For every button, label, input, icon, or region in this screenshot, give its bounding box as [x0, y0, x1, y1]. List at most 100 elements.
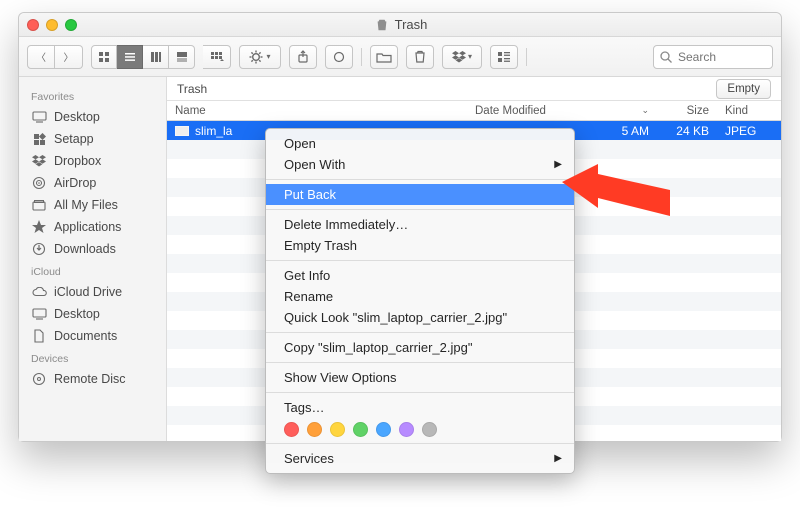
- sidebar-item-label: Desktop: [54, 307, 100, 321]
- toolbar-divider: [361, 48, 362, 66]
- sidebar-item-label: iCloud Drive: [54, 285, 122, 299]
- menu-separator: [266, 392, 574, 393]
- sidebar-item-allmyfiles[interactable]: All My Files: [19, 194, 166, 216]
- sidebar-group-devices: Devices: [19, 347, 166, 368]
- menu-separator: [266, 209, 574, 210]
- window-title-text: Trash: [395, 17, 428, 32]
- view-coverflow-button[interactable]: [169, 45, 195, 69]
- sidebar-item-label: Setapp: [54, 132, 94, 146]
- menu-item-get-info[interactable]: Get Info: [266, 265, 574, 286]
- sidebar-item-label: All My Files: [54, 198, 118, 212]
- view-icons-button[interactable]: [91, 45, 117, 69]
- menu-item-copy[interactable]: Copy "slim_laptop_carrier_2.jpg": [266, 337, 574, 358]
- action-menu-button[interactable]: ▾: [239, 45, 281, 69]
- column-date[interactable]: Date Modified⌄: [467, 105, 657, 117]
- menu-item-services[interactable]: Services▶: [266, 448, 574, 469]
- dropbox-toolbar-button[interactable]: ▾: [442, 45, 482, 69]
- zoom-window-button[interactable]: [65, 19, 77, 31]
- toolbar-divider: [526, 48, 527, 66]
- sidebar-item-downloads[interactable]: Downloads: [19, 238, 166, 260]
- sidebar-item-setapp[interactable]: Setapp: [19, 128, 166, 150]
- window-title: Trash: [77, 17, 725, 32]
- menu-separator: [266, 332, 574, 333]
- search-field[interactable]: [653, 45, 773, 69]
- window-controls: [27, 19, 77, 31]
- nav-buttons: 〈 〉: [27, 45, 83, 69]
- back-button[interactable]: 〈: [27, 45, 55, 69]
- submenu-arrow-icon: ▶: [554, 159, 562, 170]
- tag-orange[interactable]: [307, 422, 322, 437]
- desktop-icon: [31, 109, 47, 125]
- quicklook-button[interactable]: [490, 45, 518, 69]
- disc-icon: [31, 371, 47, 387]
- menu-item-tags[interactable]: Tags…: [266, 397, 574, 418]
- search-icon: [659, 50, 673, 64]
- file-size: 24 KB: [676, 124, 709, 138]
- setapp-icon: [31, 131, 47, 147]
- sidebar-item-remotedisc[interactable]: Remote Disc: [19, 368, 166, 390]
- tag-blue[interactable]: [376, 422, 391, 437]
- sidebar-item-label: Applications: [54, 220, 121, 234]
- view-columns-button[interactable]: [143, 45, 169, 69]
- view-list-button[interactable]: [117, 45, 143, 69]
- trash-icon: [375, 18, 389, 32]
- tag-yellow[interactable]: [330, 422, 345, 437]
- downloads-icon: [31, 241, 47, 257]
- finder-window: Trash 〈 〉 ▾ ▾ Favorit: [18, 12, 782, 442]
- allfiles-icon: [31, 197, 47, 213]
- column-size[interactable]: Size: [657, 105, 717, 117]
- airdrop-icon: [31, 175, 47, 191]
- menu-item-rename[interactable]: Rename: [266, 286, 574, 307]
- pathbar-location: Trash: [177, 82, 207, 96]
- sidebar-item-label: Dropbox: [54, 154, 101, 168]
- menu-item-open-with[interactable]: Open With▶: [266, 154, 574, 175]
- docs-icon: [31, 328, 47, 344]
- tag-purple[interactable]: [399, 422, 414, 437]
- close-window-button[interactable]: [27, 19, 39, 31]
- desktop-icon: [31, 306, 47, 322]
- menu-item-open[interactable]: Open: [266, 133, 574, 154]
- column-name[interactable]: Name: [167, 105, 467, 117]
- menu-separator: [266, 260, 574, 261]
- sidebar-item-airdrop[interactable]: AirDrop: [19, 172, 166, 194]
- tag-green[interactable]: [353, 422, 368, 437]
- tags-button[interactable]: [325, 45, 353, 69]
- column-kind[interactable]: Kind: [717, 105, 781, 117]
- pathbar: Trash Empty: [167, 77, 781, 101]
- sidebar-item-dropbox[interactable]: Dropbox: [19, 150, 166, 172]
- new-folder-button[interactable]: [370, 45, 398, 69]
- menu-item-show-view-options[interactable]: Show View Options: [266, 367, 574, 388]
- empty-trash-button[interactable]: Empty: [716, 79, 771, 99]
- sidebar-item-documents[interactable]: Documents: [19, 325, 166, 347]
- forward-button[interactable]: 〉: [55, 45, 83, 69]
- sidebar-item-icloud-desktop[interactable]: Desktop: [19, 303, 166, 325]
- menu-separator: [266, 443, 574, 444]
- sidebar-item-label: Downloads: [54, 242, 116, 256]
- menu-item-put-back[interactable]: Put Back: [266, 184, 574, 205]
- minimize-window-button[interactable]: [46, 19, 58, 31]
- sidebar-item-label: Documents: [54, 329, 117, 343]
- menu-item-quick-look[interactable]: Quick Look "slim_laptop_carrier_2.jpg": [266, 307, 574, 328]
- file-kind: JPEG: [725, 124, 756, 138]
- tag-red[interactable]: [284, 422, 299, 437]
- sort-indicator-icon: ⌄: [641, 105, 649, 116]
- sidebar-item-label: Remote Disc: [54, 372, 126, 386]
- toolbar: 〈 〉 ▾ ▾: [19, 37, 781, 77]
- sidebar-group-favorites: Favorites: [19, 85, 166, 106]
- context-menu: Open Open With▶ Put Back Delete Immediat…: [265, 128, 575, 474]
- sidebar-item-desktop[interactable]: Desktop: [19, 106, 166, 128]
- trash-button[interactable]: [406, 45, 434, 69]
- menu-separator: [266, 179, 574, 180]
- share-button[interactable]: [289, 45, 317, 69]
- sidebar-item-applications[interactable]: Applications: [19, 216, 166, 238]
- sidebar-item-iclouddrive[interactable]: iCloud Drive: [19, 281, 166, 303]
- sidebar: Favorites Desktop Setapp Dropbox AirDrop…: [19, 77, 167, 441]
- menu-item-delete-immediately[interactable]: Delete Immediately…: [266, 214, 574, 235]
- submenu-arrow-icon: ▶: [554, 453, 562, 464]
- titlebar: Trash: [19, 13, 781, 37]
- view-switcher: [91, 45, 195, 69]
- sidebar-item-label: AirDrop: [54, 176, 96, 190]
- arrange-button[interactable]: [203, 45, 231, 69]
- menu-item-empty-trash[interactable]: Empty Trash: [266, 235, 574, 256]
- tag-gray[interactable]: [422, 422, 437, 437]
